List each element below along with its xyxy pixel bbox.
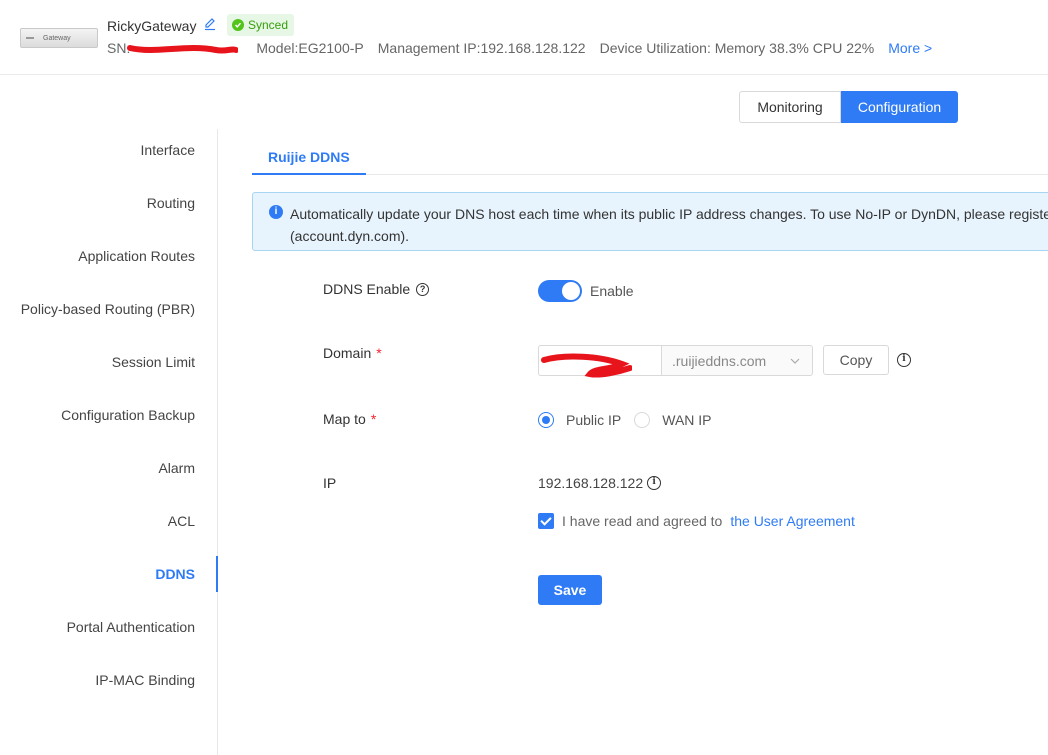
device-header: Gateway RickyGateway Synced SN: Model:EG2… — [0, 0, 1048, 75]
question-circle-icon[interactable]: ? — [416, 282, 430, 296]
sidebar-item-session-limit[interactable]: Session Limit — [112, 354, 195, 370]
ddns-enable-toggle[interactable] — [538, 280, 582, 302]
wan-ip-label[interactable]: WAN IP — [662, 412, 711, 428]
ddns-enable-label: DDNS Enable ? — [323, 281, 430, 297]
info-circle-icon: i — [269, 205, 283, 219]
sidebar-active-indicator — [216, 556, 218, 592]
map-to-label-text: Map to — [323, 411, 366, 427]
edit-icon[interactable] — [203, 17, 217, 31]
sidebar-item-ip-mac-binding[interactable]: IP-MAC Binding — [95, 672, 195, 688]
domain-label-text: Domain — [323, 345, 372, 361]
configuration-button[interactable]: Configuration — [841, 91, 958, 123]
sidebar-item-alarm[interactable]: Alarm — [158, 460, 195, 476]
alert-line-1: Automatically update your DNS host each … — [290, 206, 1048, 222]
map-to-radio-group: Public IP WAN IP — [538, 412, 725, 428]
user-agreement-link[interactable]: the User Agreement — [730, 513, 855, 529]
ip-label-text: IP — [323, 475, 337, 491]
sidebar-item-application-routes[interactable]: Application Routes — [78, 248, 195, 264]
monitoring-button[interactable]: Monitoring — [739, 91, 841, 123]
device-image-label: Gateway — [43, 35, 71, 42]
more-link[interactable]: More > — [888, 40, 932, 56]
sidebar-nav: Interface Routing Application Routes Pol… — [0, 129, 218, 755]
copy-button[interactable]: Copy — [823, 345, 889, 375]
status-badge-text: Synced — [248, 18, 289, 32]
sn-redaction — [127, 45, 238, 54]
ip-value-text: 192.168.128.122 — [538, 475, 644, 491]
public-ip-label[interactable]: Public IP — [566, 412, 621, 428]
tab-bar: Ruijie DDNS — [252, 140, 1048, 175]
sidebar-item-ddns[interactable]: DDNS — [155, 566, 195, 582]
required-mark: * — [370, 411, 377, 427]
info-circle-icon[interactable]: i — [897, 353, 911, 367]
ddns-enable-label-text: DDNS Enable — [323, 281, 411, 297]
domain-input[interactable] — [538, 345, 662, 376]
alert-text: Automatically update your DNS host each … — [290, 203, 1048, 247]
sidebar-item-configuration-backup[interactable]: Configuration Backup — [61, 407, 195, 423]
chevron-down-icon — [790, 358, 800, 364]
ddns-enable-state: Enable — [590, 283, 634, 299]
sidebar-item-portal-authentication[interactable]: Portal Authentication — [67, 619, 195, 635]
required-mark: * — [376, 345, 382, 361]
sidebar-item-pbr[interactable]: Policy-based Routing (PBR) — [21, 301, 195, 317]
management-ip-text: Management IP:192.168.128.122 — [377, 40, 586, 56]
agreement-row: I have read and agreed to the User Agree… — [538, 513, 855, 529]
tab-ruijie-ddns[interactable]: Ruijie DDNS — [252, 140, 366, 175]
wan-ip-radio[interactable] — [634, 412, 651, 428]
agreement-checkbox[interactable] — [538, 513, 554, 529]
toggle-knob — [562, 282, 580, 300]
map-to-label: Map to * — [323, 411, 376, 427]
ip-label: IP — [323, 475, 336, 491]
sidebar-item-interface[interactable]: Interface — [141, 142, 195, 158]
agreement-text: I have read and agreed to — [562, 513, 723, 529]
device-led — [26, 37, 34, 39]
info-alert: i Automatically update your DNS host eac… — [252, 192, 1048, 251]
public-ip-radio[interactable] — [538, 412, 554, 428]
domain-suffix-select[interactable]: .ruijieddns.com — [661, 345, 813, 376]
device-name: RickyGateway — [107, 18, 197, 34]
device-image: Gateway — [20, 28, 98, 48]
check-circle-icon — [232, 19, 244, 31]
alert-line-2: (account.dyn.com). — [290, 228, 410, 244]
model-text: Model:EG2100-P — [256, 40, 364, 56]
save-button[interactable]: Save — [538, 575, 602, 605]
utilization-text: Device Utilization: Memory 38.3% CPU 22% — [599, 40, 875, 56]
sidebar-item-routing[interactable]: Routing — [147, 195, 195, 211]
ip-value: 192.168.128.122 i — [538, 475, 662, 491]
status-badge: Synced — [227, 14, 295, 36]
mode-switch: Monitoring Configuration — [739, 91, 958, 123]
sidebar-item-acl[interactable]: ACL — [168, 513, 195, 529]
info-circle-icon[interactable]: i — [647, 476, 662, 490]
domain-label: Domain * — [323, 345, 382, 361]
domain-suffix-value: .ruijieddns.com — [672, 352, 767, 369]
